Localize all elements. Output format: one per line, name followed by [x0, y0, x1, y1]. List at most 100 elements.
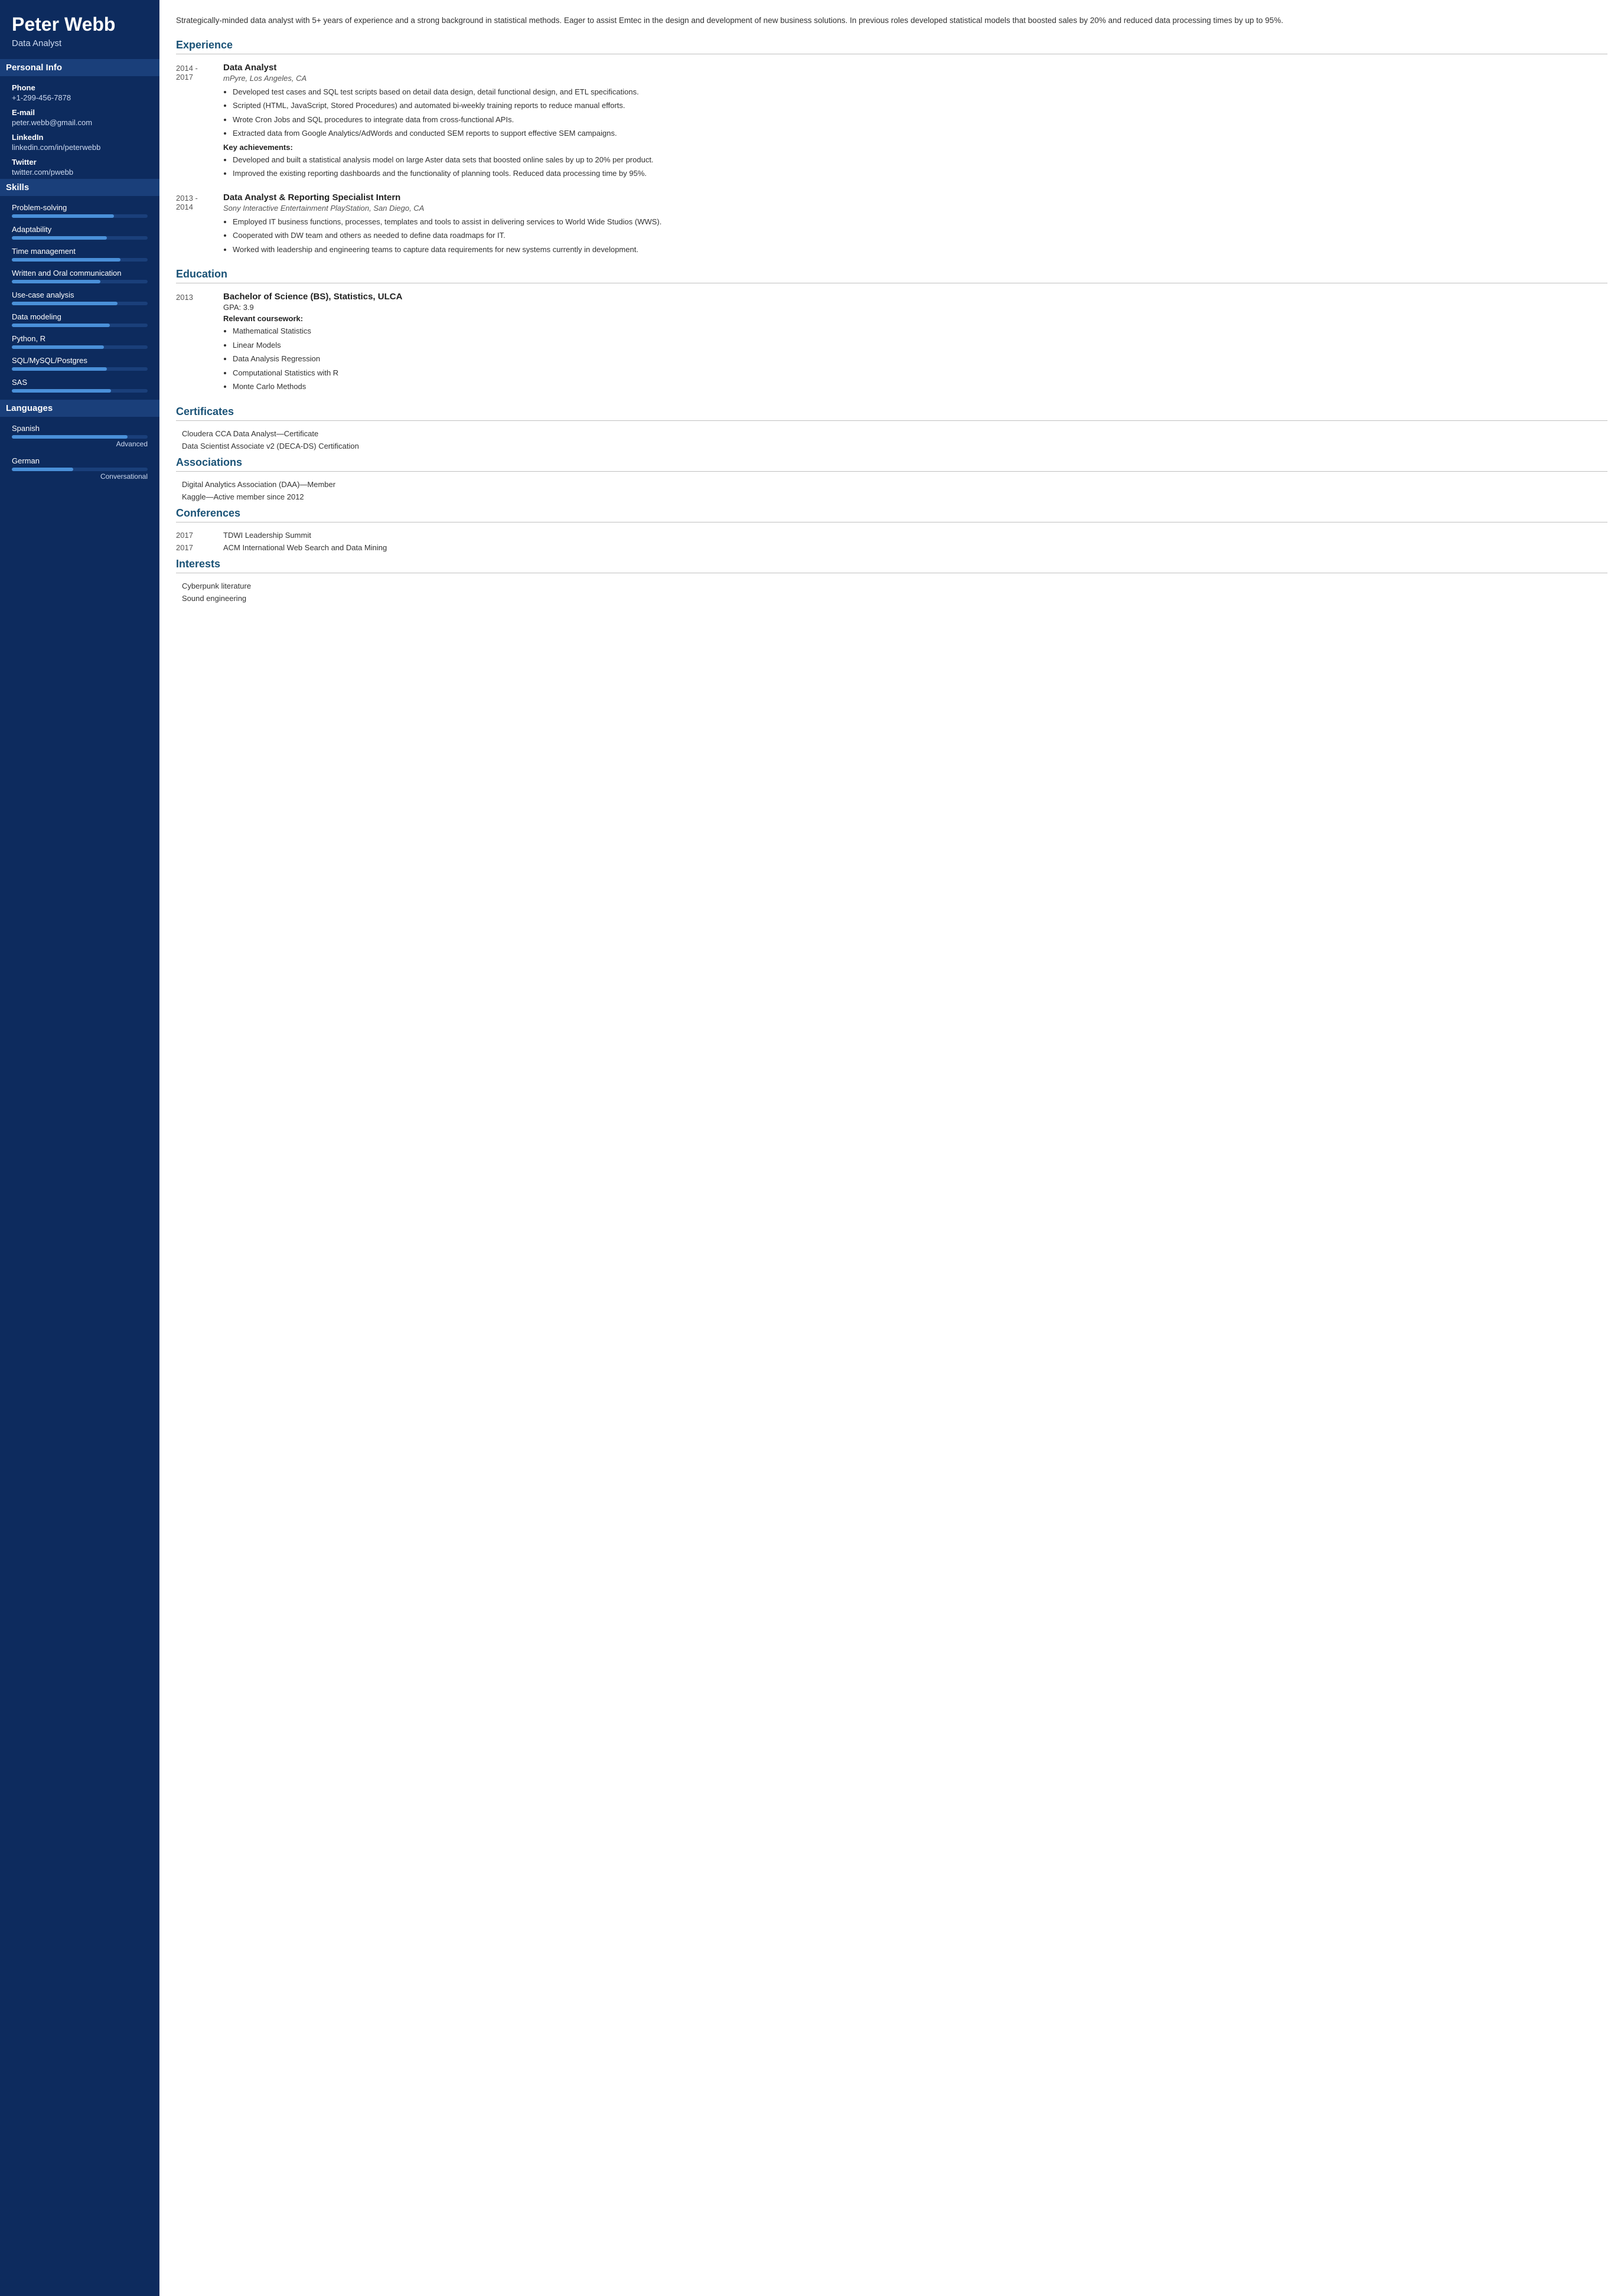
skill-item: SQL/MySQL/Postgres — [12, 356, 148, 371]
experience-entry: 2014 -2017 Data Analyst mPyre, Los Angel… — [176, 63, 1607, 182]
twitter-value: twitter.com/pwebb — [12, 168, 148, 177]
coursework-item: Computational Statistics with R — [233, 367, 1607, 379]
candidate-name: Peter Webb — [12, 14, 148, 35]
education-list: 2013 Bachelor of Science (BS), Statistic… — [176, 292, 1607, 395]
email-value: peter.webb@gmail.com — [12, 118, 148, 127]
skill-label: SQL/MySQL/Postgres — [12, 356, 148, 365]
skill-bar-bg — [12, 280, 148, 283]
language-label: Spanish — [12, 424, 148, 433]
coursework-item: Data Analysis Regression — [233, 353, 1607, 365]
experience-list: 2014 -2017 Data Analyst mPyre, Los Angel… — [176, 63, 1607, 258]
skill-label: SAS — [12, 378, 148, 387]
bullet-item: Worked with leadership and engineering t… — [233, 244, 1607, 256]
conference-entry: 2017 TDWI Leadership Summit — [176, 531, 1607, 540]
edu-year: 2013 — [176, 292, 223, 395]
summary-text: Strategically-minded data analyst with 5… — [176, 14, 1607, 27]
language-bar-fill — [12, 435, 128, 439]
coursework-list: Mathematical Statistics Linear Models Data… — [223, 325, 1607, 393]
candidate-title: Data Analyst — [12, 38, 148, 48]
interest-item: Sound engineering — [182, 594, 1607, 603]
linkedin-value: linkedin.com/in/peterwebb — [12, 143, 148, 152]
experience-entry: 2013 -2014 Data Analyst & Reporting Spec… — [176, 192, 1607, 258]
phone-value: +1-299-456-7878 — [12, 93, 148, 102]
coursework-item: Mathematical Statistics — [233, 325, 1607, 337]
skill-bar-bg — [12, 258, 148, 262]
linkedin-block: LinkedIn linkedin.com/in/peterwebb — [12, 133, 148, 152]
skill-bar-bg — [12, 214, 148, 218]
company-name: mPyre, Los Angeles, CA — [223, 74, 1607, 83]
skill-label: Problem-solving — [12, 203, 148, 212]
achievement-item: Improved the existing reporting dashboar… — [233, 168, 1607, 179]
email-label: E-mail — [12, 108, 148, 117]
coursework-item: Monte Carlo Methods — [233, 381, 1607, 393]
entry-date: 2013 -2014 — [176, 192, 223, 258]
sidebar: Peter Webb Data Analyst Personal Info Ph… — [0, 0, 159, 2296]
entry-date: 2014 -2017 — [176, 63, 223, 182]
skill-bar-fill — [12, 214, 114, 218]
entry-content: Data Analyst & Reporting Specialist Inte… — [223, 192, 1607, 258]
email-block: E-mail peter.webb@gmail.com — [12, 108, 148, 127]
phone-label: Phone — [12, 83, 148, 92]
bullet-item: Extracted data from Google Analytics/AdW… — [233, 128, 1607, 139]
language-bar-row — [12, 435, 148, 439]
skill-label: Written and Oral communication — [12, 269, 148, 277]
conferences-section-title: Conferences — [176, 507, 1607, 522]
bullets-list: Developed test cases and SQL test script… — [223, 86, 1607, 139]
entry-content: Data Analyst mPyre, Los Angeles, CA Deve… — [223, 63, 1607, 182]
skill-label: Data modeling — [12, 312, 148, 321]
associations-list: Digital Analytics Association (DAA)—Memb… — [176, 480, 1607, 501]
skill-item: Data modeling — [12, 312, 148, 327]
skill-item: Problem-solving — [12, 203, 148, 218]
coursework-item: Linear Models — [233, 339, 1607, 351]
interest-item: Cyberpunk literature — [182, 582, 1607, 590]
skill-bar-bg — [12, 345, 148, 349]
certificate-item: Data Scientist Associate v2 (DECA-DS) Ce… — [182, 442, 1607, 450]
language-bar-fill — [12, 468, 73, 471]
bullet-item: Developed test cases and SQL test script… — [233, 86, 1607, 98]
skill-item: Use-case analysis — [12, 290, 148, 305]
company-name: Sony Interactive Entertainment PlayStati… — [223, 204, 1607, 213]
bullet-item: Scripted (HTML, JavaScript, Stored Proce… — [233, 100, 1607, 112]
skill-bar-bg — [12, 302, 148, 305]
skill-bar-fill — [12, 324, 110, 327]
experience-section-title: Experience — [176, 39, 1607, 54]
degree-title: Bachelor of Science (BS), Statistics, UL… — [223, 292, 1607, 302]
certificates-section-title: Certificates — [176, 406, 1607, 421]
skill-item: SAS — [12, 378, 148, 393]
phone-block: Phone +1-299-456-7878 — [12, 83, 148, 102]
conference-name: ACM International Web Search and Data Mi… — [223, 543, 387, 552]
skill-bar-fill — [12, 345, 104, 349]
skill-bar-bg — [12, 236, 148, 240]
skill-bar-fill — [12, 280, 100, 283]
job-title: Data Analyst & Reporting Specialist Inte… — [223, 192, 1607, 203]
bullet-item: Wrote Cron Jobs and SQL procedures to in… — [233, 114, 1607, 126]
certificates-list: Cloudera CCA Data Analyst—CertificateDat… — [176, 429, 1607, 450]
bullets-list: Employed IT business functions, processe… — [223, 216, 1607, 256]
conference-entry: 2017 ACM International Web Search and Da… — [176, 543, 1607, 552]
skill-bar-fill — [12, 302, 118, 305]
language-level: Advanced — [12, 440, 148, 448]
interests-list: Cyberpunk literature Sound engineering — [176, 582, 1607, 603]
skill-item: Python, R — [12, 334, 148, 349]
skill-bar-fill — [12, 236, 107, 240]
interests-section-title: Interests — [176, 558, 1607, 573]
coursework-label: Relevant coursework: — [223, 314, 1607, 323]
skill-label: Python, R — [12, 334, 148, 343]
skill-bar-bg — [12, 367, 148, 371]
language-item: Spanish Advanced — [12, 424, 148, 448]
personal-info-header: Personal Info — [0, 59, 159, 76]
edu-content: Bachelor of Science (BS), Statistics, UL… — [223, 292, 1607, 395]
skills-header: Skills — [0, 179, 159, 196]
achievements-label: Key achievements: — [223, 143, 1607, 152]
twitter-label: Twitter — [12, 158, 148, 166]
language-level: Conversational — [12, 472, 148, 481]
skill-item: Time management — [12, 247, 148, 262]
associations-section-title: Associations — [176, 456, 1607, 472]
twitter-block: Twitter twitter.com/pwebb — [12, 158, 148, 177]
language-item: German Conversational — [12, 456, 148, 481]
language-label: German — [12, 456, 148, 465]
skills-list: Problem-solving Adaptability Time manage… — [12, 203, 148, 393]
bullet-item: Employed IT business functions, processe… — [233, 216, 1607, 228]
achievements-list: Developed and built a statistical analys… — [223, 154, 1607, 179]
skill-label: Adaptability — [12, 225, 148, 234]
